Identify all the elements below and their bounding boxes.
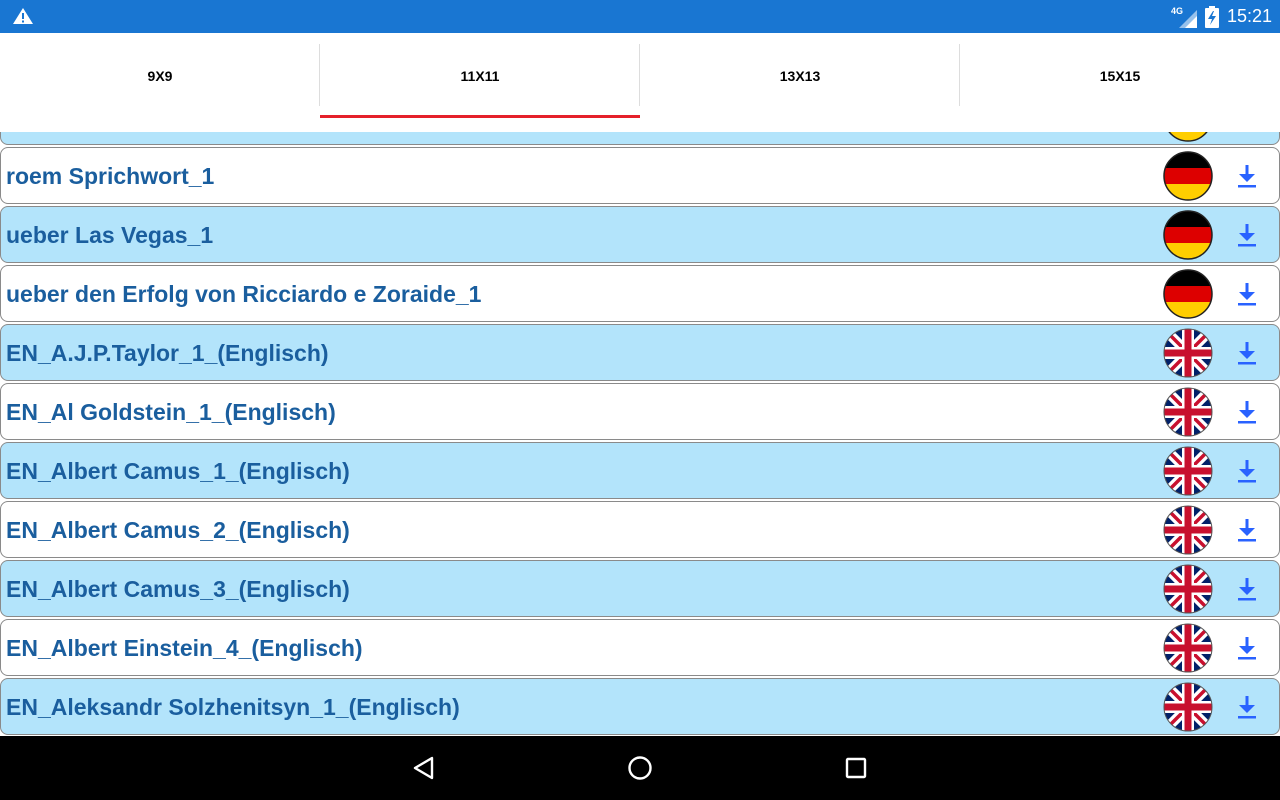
selected-tab-indicator [320,115,640,118]
tab-15x15[interactable]: 15X15 [960,33,1280,132]
puzzle-title: ueber Las Vegas_1 [6,222,214,248]
uk-flag-icon [1163,682,1213,732]
list-item[interactable]: ueber Las Vegas_1 [0,206,1280,263]
battery-charging-icon [1204,5,1219,28]
download-icon[interactable] [1234,517,1260,543]
list-item[interactable]: EN_A.J.P.Taylor_1_(Englisch) [0,324,1280,381]
download-icon[interactable] [1234,694,1260,720]
german-flag-icon [1163,210,1213,260]
tab-label: 15X15 [1099,68,1141,84]
puzzle-title: EN_Albert Camus_3_(Englisch) [6,576,350,602]
uk-flag-icon [1163,446,1213,496]
uk-flag-icon [1163,387,1213,437]
tab-label: 11X11 [460,68,500,84]
list-item[interactable]: EN_Aleksandr Solzhenitsyn_1_(Englisch) [0,678,1280,735]
puzzle-title: EN_Albert Einstein_4_(Englisch) [6,635,363,661]
puzzle-list-content: nach Oscar Wilde_1roem Sprichwort_1ueber… [0,132,1280,736]
list-item[interactable]: EN_Al Goldstein_1_(Englisch) [0,383,1280,440]
signal-icon [1178,9,1197,28]
download-icon[interactable] [1234,281,1260,307]
home-circle-icon[interactable] [624,752,656,784]
puzzle-title: EN_Albert Camus_1_(Englisch) [6,458,350,484]
puzzle-title: EN_Al Goldstein_1_(Englisch) [6,399,336,425]
puzzle-title: ueber den Erfolg von Ricciardo e Zoraide… [6,281,482,307]
tab-13x13[interactable]: 13X13 [640,33,960,132]
download-icon[interactable] [1234,222,1260,248]
download-icon[interactable] [1234,399,1260,425]
uk-flag-icon [1163,623,1213,673]
download-icon[interactable] [1234,458,1260,484]
back-triangle-icon[interactable] [408,752,440,784]
german-flag-icon [1163,269,1213,319]
list-item[interactable]: nach Oscar Wilde_1 [0,132,1280,145]
puzzle-title: EN_Aleksandr Solzhenitsyn_1_(Englisch) [6,694,460,720]
navigation-bar [0,736,1280,800]
german-flag-icon [1163,151,1213,201]
tab-11x11[interactable]: 11X11 [320,33,640,132]
download-icon[interactable] [1234,163,1260,189]
clock: 15:21 [1226,6,1272,26]
tab-bar: 9X9 11X11 13X13 15X15 [0,33,1280,132]
puzzle-title: EN_A.J.P.Taylor_1_(Englisch) [6,340,329,366]
download-icon[interactable] [1234,340,1260,366]
status-bar: 4G 15:21 [0,0,1280,33]
list-item[interactable]: EN_Albert Camus_1_(Englisch) [0,442,1280,499]
download-icon[interactable] [1234,576,1260,602]
puzzle-title: roem Sprichwort_1 [6,163,215,189]
recents-square-icon[interactable] [840,752,872,784]
network-indicator: 4G [1171,6,1197,28]
tab-9x9[interactable]: 9X9 [0,33,320,132]
uk-flag-icon [1163,328,1213,378]
puzzle-title: EN_Albert Camus_2_(Englisch) [6,517,350,543]
list-item[interactable]: EN_Albert Einstein_4_(Englisch) [0,619,1280,676]
list-item[interactable]: EN_Albert Camus_3_(Englisch) [0,560,1280,617]
uk-flag-icon [1163,505,1213,555]
uk-flag-icon [1163,564,1213,614]
list-item[interactable]: roem Sprichwort_1 [0,147,1280,204]
tab-label: 13X13 [779,68,821,84]
tab-label: 9X9 [147,68,173,84]
download-icon[interactable] [1234,635,1260,661]
warning-triangle-icon [13,8,33,24]
german-flag-icon [1164,132,1212,142]
puzzle-list[interactable]: nach Oscar Wilde_1roem Sprichwort_1ueber… [0,132,1280,736]
list-item[interactable]: EN_Albert Camus_2_(Englisch) [0,501,1280,558]
list-item[interactable]: ueber den Erfolg von Ricciardo e Zoraide… [0,265,1280,322]
